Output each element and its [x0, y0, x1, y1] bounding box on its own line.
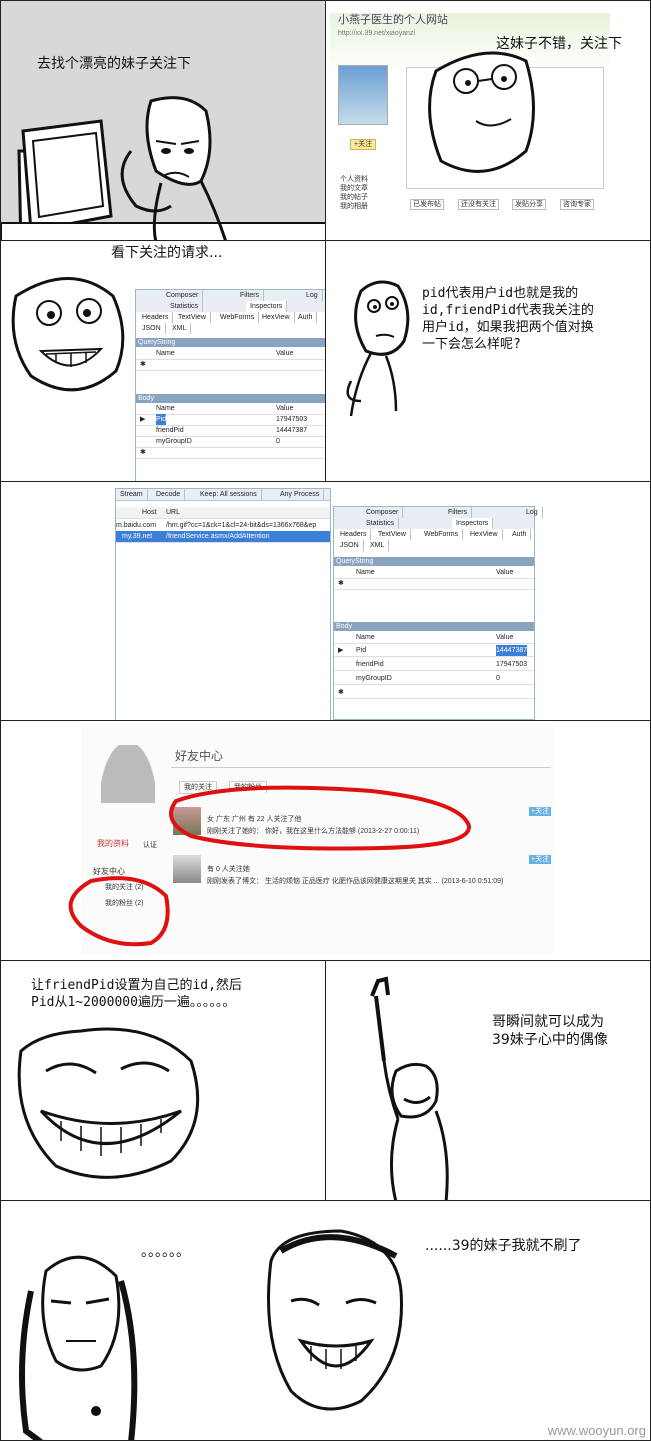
tab-webforms[interactable]: WebForms: [420, 529, 464, 540]
table-row[interactable]: friendPid 17947503: [334, 659, 534, 671]
cell-name[interactable]: myGroupID: [356, 673, 392, 684]
cell-value[interactable]: 0: [276, 436, 280, 447]
panel-1: 去找个漂亮的妹子关注下: [0, 0, 326, 241]
tab-hexview[interactable]: HexView: [466, 529, 503, 540]
querystring-header: QueryString: [334, 557, 534, 566]
rage-face-freddie-pose: [370, 976, 449, 1200]
toolbar-item[interactable]: Any Process: [276, 489, 325, 500]
tab-inspectors[interactable]: Inspectors: [246, 301, 288, 312]
tab-xml[interactable]: XML: [366, 540, 390, 551]
col-url: URL: [166, 509, 181, 516]
col-value: Value: [496, 634, 514, 641]
panel-1-caption: 去找个漂亮的妹子关注下: [37, 56, 191, 72]
tab-inspectors[interactable]: Inspectors: [452, 518, 494, 529]
panel-5: Stream Decode Keep: All sessions Any Pro…: [0, 481, 651, 721]
body-header: Body: [334, 622, 534, 631]
session-host[interactable]: m.baidu.com: [116, 520, 156, 531]
col-value: Value: [276, 405, 294, 412]
cell-name[interactable]: friendPid: [156, 425, 184, 436]
tab-composer[interactable]: Composer: [362, 507, 404, 518]
watermark: www.wooyun.org: [547, 1423, 646, 1438]
cell-name[interactable]: myGroupID: [156, 436, 192, 447]
toolbar-item[interactable]: Keep: All sessions: [196, 489, 262, 500]
tab-filters[interactable]: Filters: [444, 507, 473, 518]
panel-6: 我的资料 认证 好友中心 我的关注 (2) 我的粉丝 (2) 好友中心 我的关注…: [0, 720, 651, 961]
fiddler-session-list: Stream Decode Keep: All sessions Any Pro…: [115, 488, 331, 720]
cell-value[interactable]: 0: [496, 673, 500, 684]
tab-log[interactable]: Log: [302, 290, 323, 301]
fiddler-inspector-swapped: Composer Filters Log Statistics Inspecto…: [333, 506, 543, 720]
tab-webforms[interactable]: WebForms: [216, 312, 260, 323]
col-value: Value: [276, 350, 294, 357]
session-url[interactable]: /friendService.asmx/AddAttention: [166, 531, 270, 542]
cell-name[interactable]: Pid: [156, 414, 167, 425]
rage-face-thinking: [346, 280, 410, 417]
cell-value[interactable]: 14447387: [496, 645, 528, 656]
panel-9: 。。。。。。 ......39的妹子我就不刷了 www.wooyun.org: [0, 1200, 651, 1441]
tab-statistics[interactable]: Statistics: [166, 301, 204, 312]
tab-json[interactable]: JSON: [138, 323, 166, 334]
tab-auth[interactable]: Auth: [294, 312, 318, 323]
cell-name[interactable]: friendPid: [356, 659, 384, 670]
rage-face-evil-grin: [11, 277, 125, 392]
panel-3: 看下关注的请求... Composer Filters Log Statisti…: [0, 240, 326, 482]
col-host: Host: [142, 509, 157, 516]
cell-value[interactable]: 14447387: [276, 425, 307, 436]
session-row-selected[interactable]: my.39.net /friendService.asmx/AddAttenti…: [116, 531, 330, 543]
tab-textview[interactable]: TextView: [174, 312, 211, 323]
cell-value[interactable]: 17947503: [496, 659, 527, 670]
tab-json[interactable]: JSON: [336, 540, 364, 551]
tab-log[interactable]: Log: [522, 507, 543, 518]
tab-xml[interactable]: XML: [168, 323, 192, 334]
col-name: Name: [156, 350, 175, 357]
tab-auth[interactable]: Auth: [508, 529, 532, 540]
col-name: Name: [356, 634, 375, 641]
panel-8-caption: 哥瞬间就可以成为 39妹子心中的偶像: [492, 1014, 608, 1048]
tab-hexview[interactable]: HexView: [258, 312, 295, 323]
body-header: Body: [136, 394, 325, 403]
panel-4-caption: pid代表用户id也就是我的 id,friendPid代表我关注的 用户id，如…: [422, 286, 594, 352]
tab-textview[interactable]: TextView: [374, 529, 411, 540]
rage-face-computer-guy: [1, 96, 325, 240]
tab-headers[interactable]: Headers: [138, 312, 174, 323]
table-row[interactable]: ▶ Pid 14447387: [334, 645, 534, 657]
col-name: Name: [156, 405, 175, 412]
panel-8: 哥瞬间就可以成为 39妹子心中的偶像: [325, 960, 651, 1201]
col-value: Value: [496, 569, 514, 576]
querystring-header: QueryString: [136, 338, 325, 347]
panel-7: 让friendPid设置为自己的id,然后 Pid从1~2000000遍历一遍。…: [0, 960, 326, 1201]
session-url[interactable]: /hm.gif?cc=1&ck=1&cl=24-bit&ds=1366x768&…: [166, 520, 316, 531]
col-name: Name: [356, 569, 375, 576]
tab-statistics[interactable]: Statistics: [362, 518, 400, 529]
panel-4: pid代表用户id也就是我的 id,friendPid代表我关注的 用户id，如…: [325, 240, 651, 482]
tab-filters[interactable]: Filters: [236, 290, 265, 301]
session-host[interactable]: my.39.net: [122, 531, 152, 542]
table-row[interactable]: myGroupID 0: [334, 673, 534, 685]
panel-2: 小燕子医生的个人网站 http://xx.39.net/xiaoyanzi +关…: [325, 0, 651, 241]
cell-value[interactable]: 17947503: [276, 414, 307, 425]
toolbar-item[interactable]: Stream: [116, 489, 148, 500]
panel-2-caption: 这妹子不错，关注下: [496, 36, 622, 52]
panel-9-caption-right: ......39的妹子我就不刷了: [425, 1238, 582, 1254]
tab-composer[interactable]: Composer: [162, 290, 204, 301]
cell-name[interactable]: Pid: [356, 645, 366, 656]
toolbar-item[interactable]: Decode: [152, 489, 186, 500]
tab-headers[interactable]: Headers: [336, 529, 372, 540]
troll-face: [17, 1027, 200, 1179]
panel-9-caption-left: 。。。。。。: [141, 1244, 190, 1260]
fiddler-inspector: Composer Filters Log Statistics Inspecto…: [135, 289, 325, 481]
red-circle-annotations: [68, 785, 471, 947]
